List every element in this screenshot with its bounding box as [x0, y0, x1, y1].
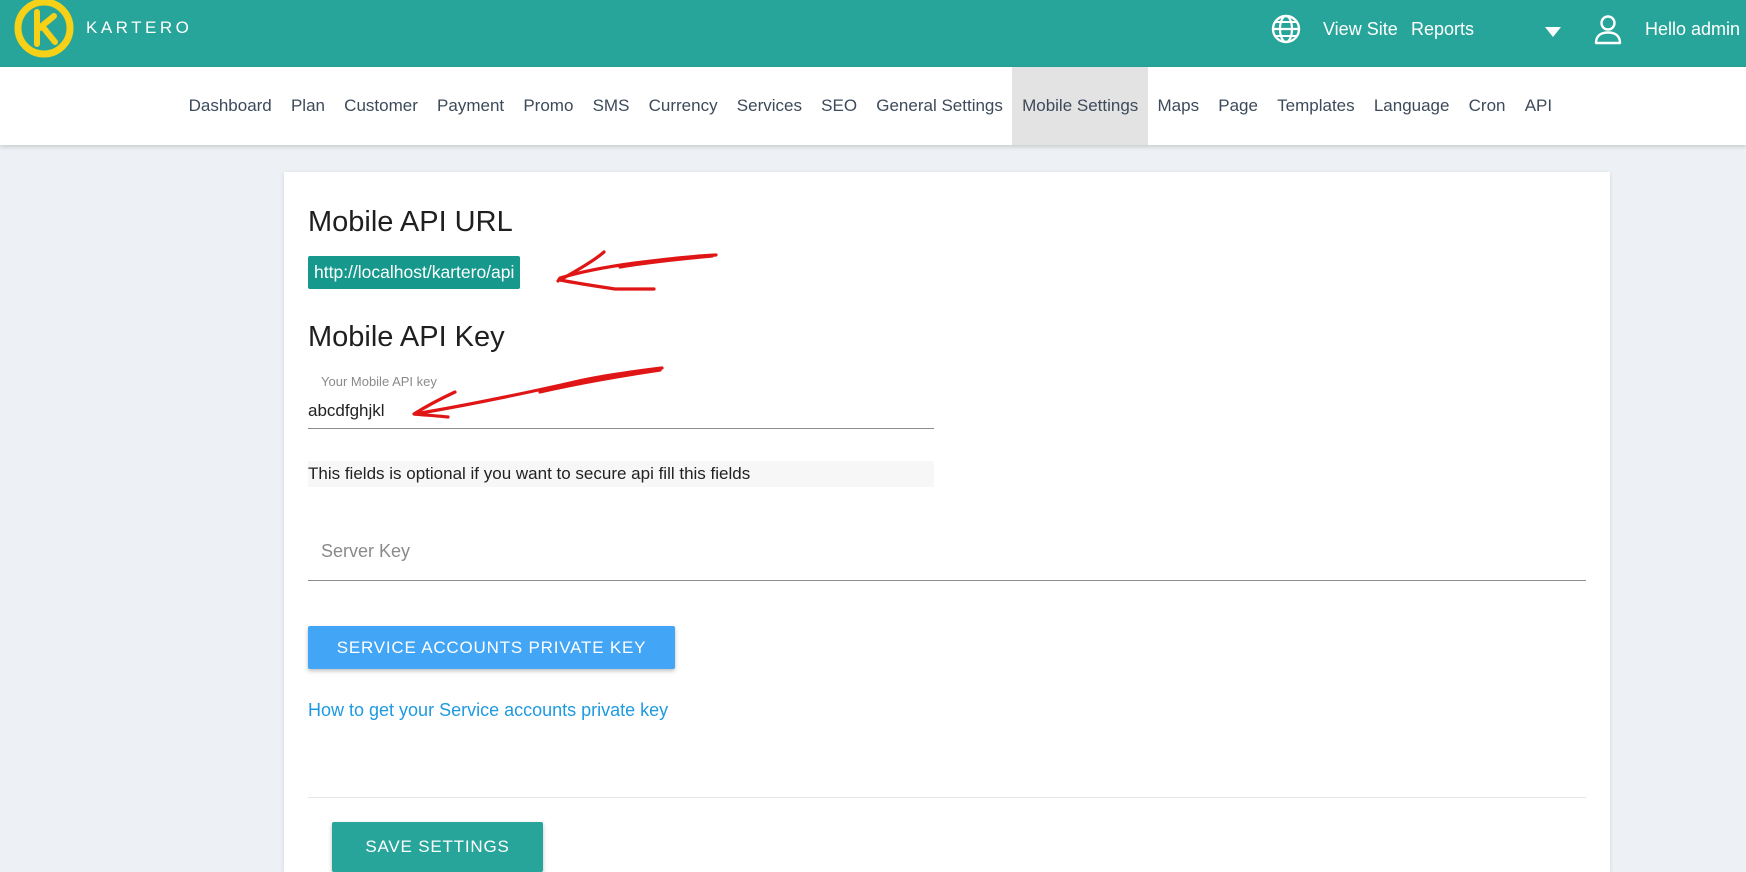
server-key-input[interactable] [308, 523, 1586, 581]
api-key-help-text: This fields is optional if you want to s… [308, 461, 934, 487]
nav-item-promo[interactable]: Promo [514, 67, 583, 145]
nav-item-language[interactable]: Language [1364, 67, 1459, 145]
kartero-logo[interactable] [10, 0, 78, 67]
reports-link[interactable]: Reports [1411, 19, 1474, 40]
nav-item-customer[interactable]: Customer [335, 67, 428, 145]
nav-item-services[interactable]: Services [727, 67, 811, 145]
nav-item-templates[interactable]: Templates [1268, 67, 1365, 145]
top-bar: KARTERO View Site Reports Hello admin [0, 0, 1746, 67]
private-key-help-link[interactable]: How to get your Service accounts private… [308, 700, 668, 721]
service-accounts-private-key-button[interactable]: SERVICE ACCOUNTS PRIVATE KEY [308, 626, 675, 669]
nav-item-sms[interactable]: SMS [583, 67, 639, 145]
nav-item-plan[interactable]: Plan [281, 67, 334, 145]
settings-card: Mobile API URL http://localhost/kartero/… [284, 172, 1610, 872]
caret-down-icon[interactable] [1545, 24, 1561, 42]
nav-item-dashboard[interactable]: Dashboard [179, 67, 281, 145]
api-url-title: Mobile API URL [308, 206, 513, 238]
user-icon[interactable] [1594, 14, 1622, 51]
nav-item-page[interactable]: Page [1209, 67, 1268, 145]
nav-item-payment[interactable]: Payment [427, 67, 513, 145]
nav-item-currency[interactable]: Currency [639, 67, 727, 145]
api-url-value: http://localhost/kartero/api [308, 256, 521, 289]
nav-item-cron[interactable]: Cron [1459, 67, 1515, 145]
api-key-label: Your Mobile API key [321, 374, 437, 389]
divider [308, 797, 1586, 798]
nav-item-api[interactable]: API [1515, 67, 1562, 145]
api-key-input[interactable] [308, 394, 934, 429]
nav-item-seo[interactable]: SEO [812, 67, 867, 145]
nav-item-mobile-settings[interactable]: Mobile Settings [1012, 67, 1148, 145]
brand-name: KARTERO [86, 18, 193, 37]
settings-nav-bar: Dashboard Plan Customer Payment Promo SMS Curr… [0, 67, 1746, 145]
view-site-link[interactable]: View Site [1323, 19, 1398, 40]
settings-nav: Dashboard Plan Customer Payment Promo SMS Curr… [179, 67, 1562, 145]
nav-item-maps[interactable]: Maps [1148, 67, 1209, 145]
user-greeting[interactable]: Hello admin [1645, 19, 1740, 40]
api-key-title: Mobile API Key [308, 321, 505, 353]
save-settings-button[interactable]: SAVE SETTINGS [332, 822, 543, 872]
globe-icon[interactable] [1270, 13, 1302, 50]
nav-item-general-settings[interactable]: General Settings [867, 67, 1013, 145]
